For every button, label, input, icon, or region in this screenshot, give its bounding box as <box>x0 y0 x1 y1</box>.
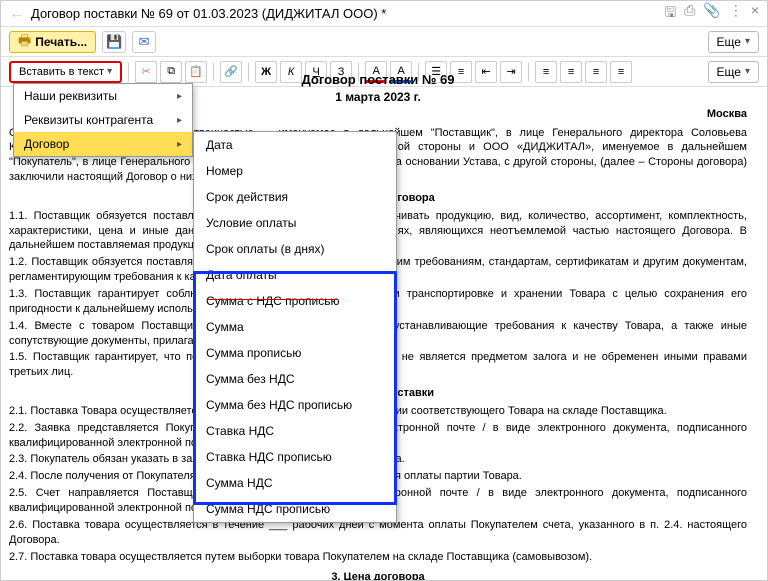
section-3: 3. Цена договора <box>9 570 747 581</box>
contract-submenu: Дата Номер Срок действия Условие оплаты … <box>193 131 397 523</box>
sub-number[interactable]: Номер <box>194 158 396 184</box>
sub-payment-date[interactable]: Дата оплаты <box>194 262 396 288</box>
close-icon[interactable]: × <box>751 2 759 26</box>
attach-icon[interactable]: 📎 <box>703 2 720 26</box>
chevron-right-icon: ▸ <box>177 139 182 150</box>
chevron-down-icon: ▾ <box>745 36 750 47</box>
back-arrow-icon[interactable]: ← <box>9 5 25 23</box>
chevron-right-icon: ▸ <box>177 91 182 102</box>
insert-menu: Наши реквизиты▸ Реквизиты контрагента▸ Д… <box>13 83 193 157</box>
titlebar: ← Договор поставки № 69 от 01.03.2023 (Д… <box>1 1 767 27</box>
email-button[interactable]: ✉ <box>132 31 156 53</box>
printer-icon: 🖶 <box>18 30 31 54</box>
sub-vat-rate-words[interactable]: Ставка НДС прописью <box>194 444 396 470</box>
menu-contract[interactable]: Договор▸ <box>14 132 192 156</box>
sub-validity[interactable]: Срок действия <box>194 184 396 210</box>
p27: 2.7. Поставка товара осуществляется путе… <box>9 550 747 565</box>
menu-counterparty-details[interactable]: Реквизиты контрагента▸ <box>14 108 192 132</box>
sub-vat-sum-words[interactable]: Сумма НДС прописью <box>194 496 396 522</box>
sub-date[interactable]: Дата <box>194 132 396 158</box>
print-button[interactable]: 🖶Печать... <box>9 31 96 53</box>
window-title: Договор поставки № 69 от 01.03.2023 (ДИД… <box>31 6 664 21</box>
sub-sum-words[interactable]: Сумма прописью <box>194 340 396 366</box>
print-icon[interactable]: ⎙ <box>684 2 695 26</box>
chevron-right-icon: ▸ <box>177 115 182 126</box>
sub-sum[interactable]: Сумма <box>194 314 396 340</box>
save-button[interactable]: 💾 <box>102 31 126 53</box>
sub-sum-vat-words[interactable]: Сумма с НДС прописью <box>194 288 396 314</box>
sub-vat-rate[interactable]: Ставка НДС <box>194 418 396 444</box>
more-dots-icon[interactable]: ⋮ <box>729 2 743 26</box>
sub-payment-days[interactable]: Срок оплаты (в днях) <box>194 236 396 262</box>
sub-sum-novat[interactable]: Сумма без НДС <box>194 366 396 392</box>
menu-our-details[interactable]: Наши реквизиты▸ <box>14 84 192 108</box>
more-button-1[interactable]: Еще▾ <box>708 31 759 53</box>
sub-sum-novat-words[interactable]: Сумма без НДС прописью <box>194 392 396 418</box>
sub-vat-sum[interactable]: Сумма НДС <box>194 470 396 496</box>
sub-payment-terms[interactable]: Условие оплаты <box>194 210 396 236</box>
highlight-underline <box>207 299 337 300</box>
save-icon[interactable]: 🖫 <box>664 2 676 26</box>
toolbar-main: 🖶Печать... 💾 ✉ Еще▾ <box>1 27 767 57</box>
